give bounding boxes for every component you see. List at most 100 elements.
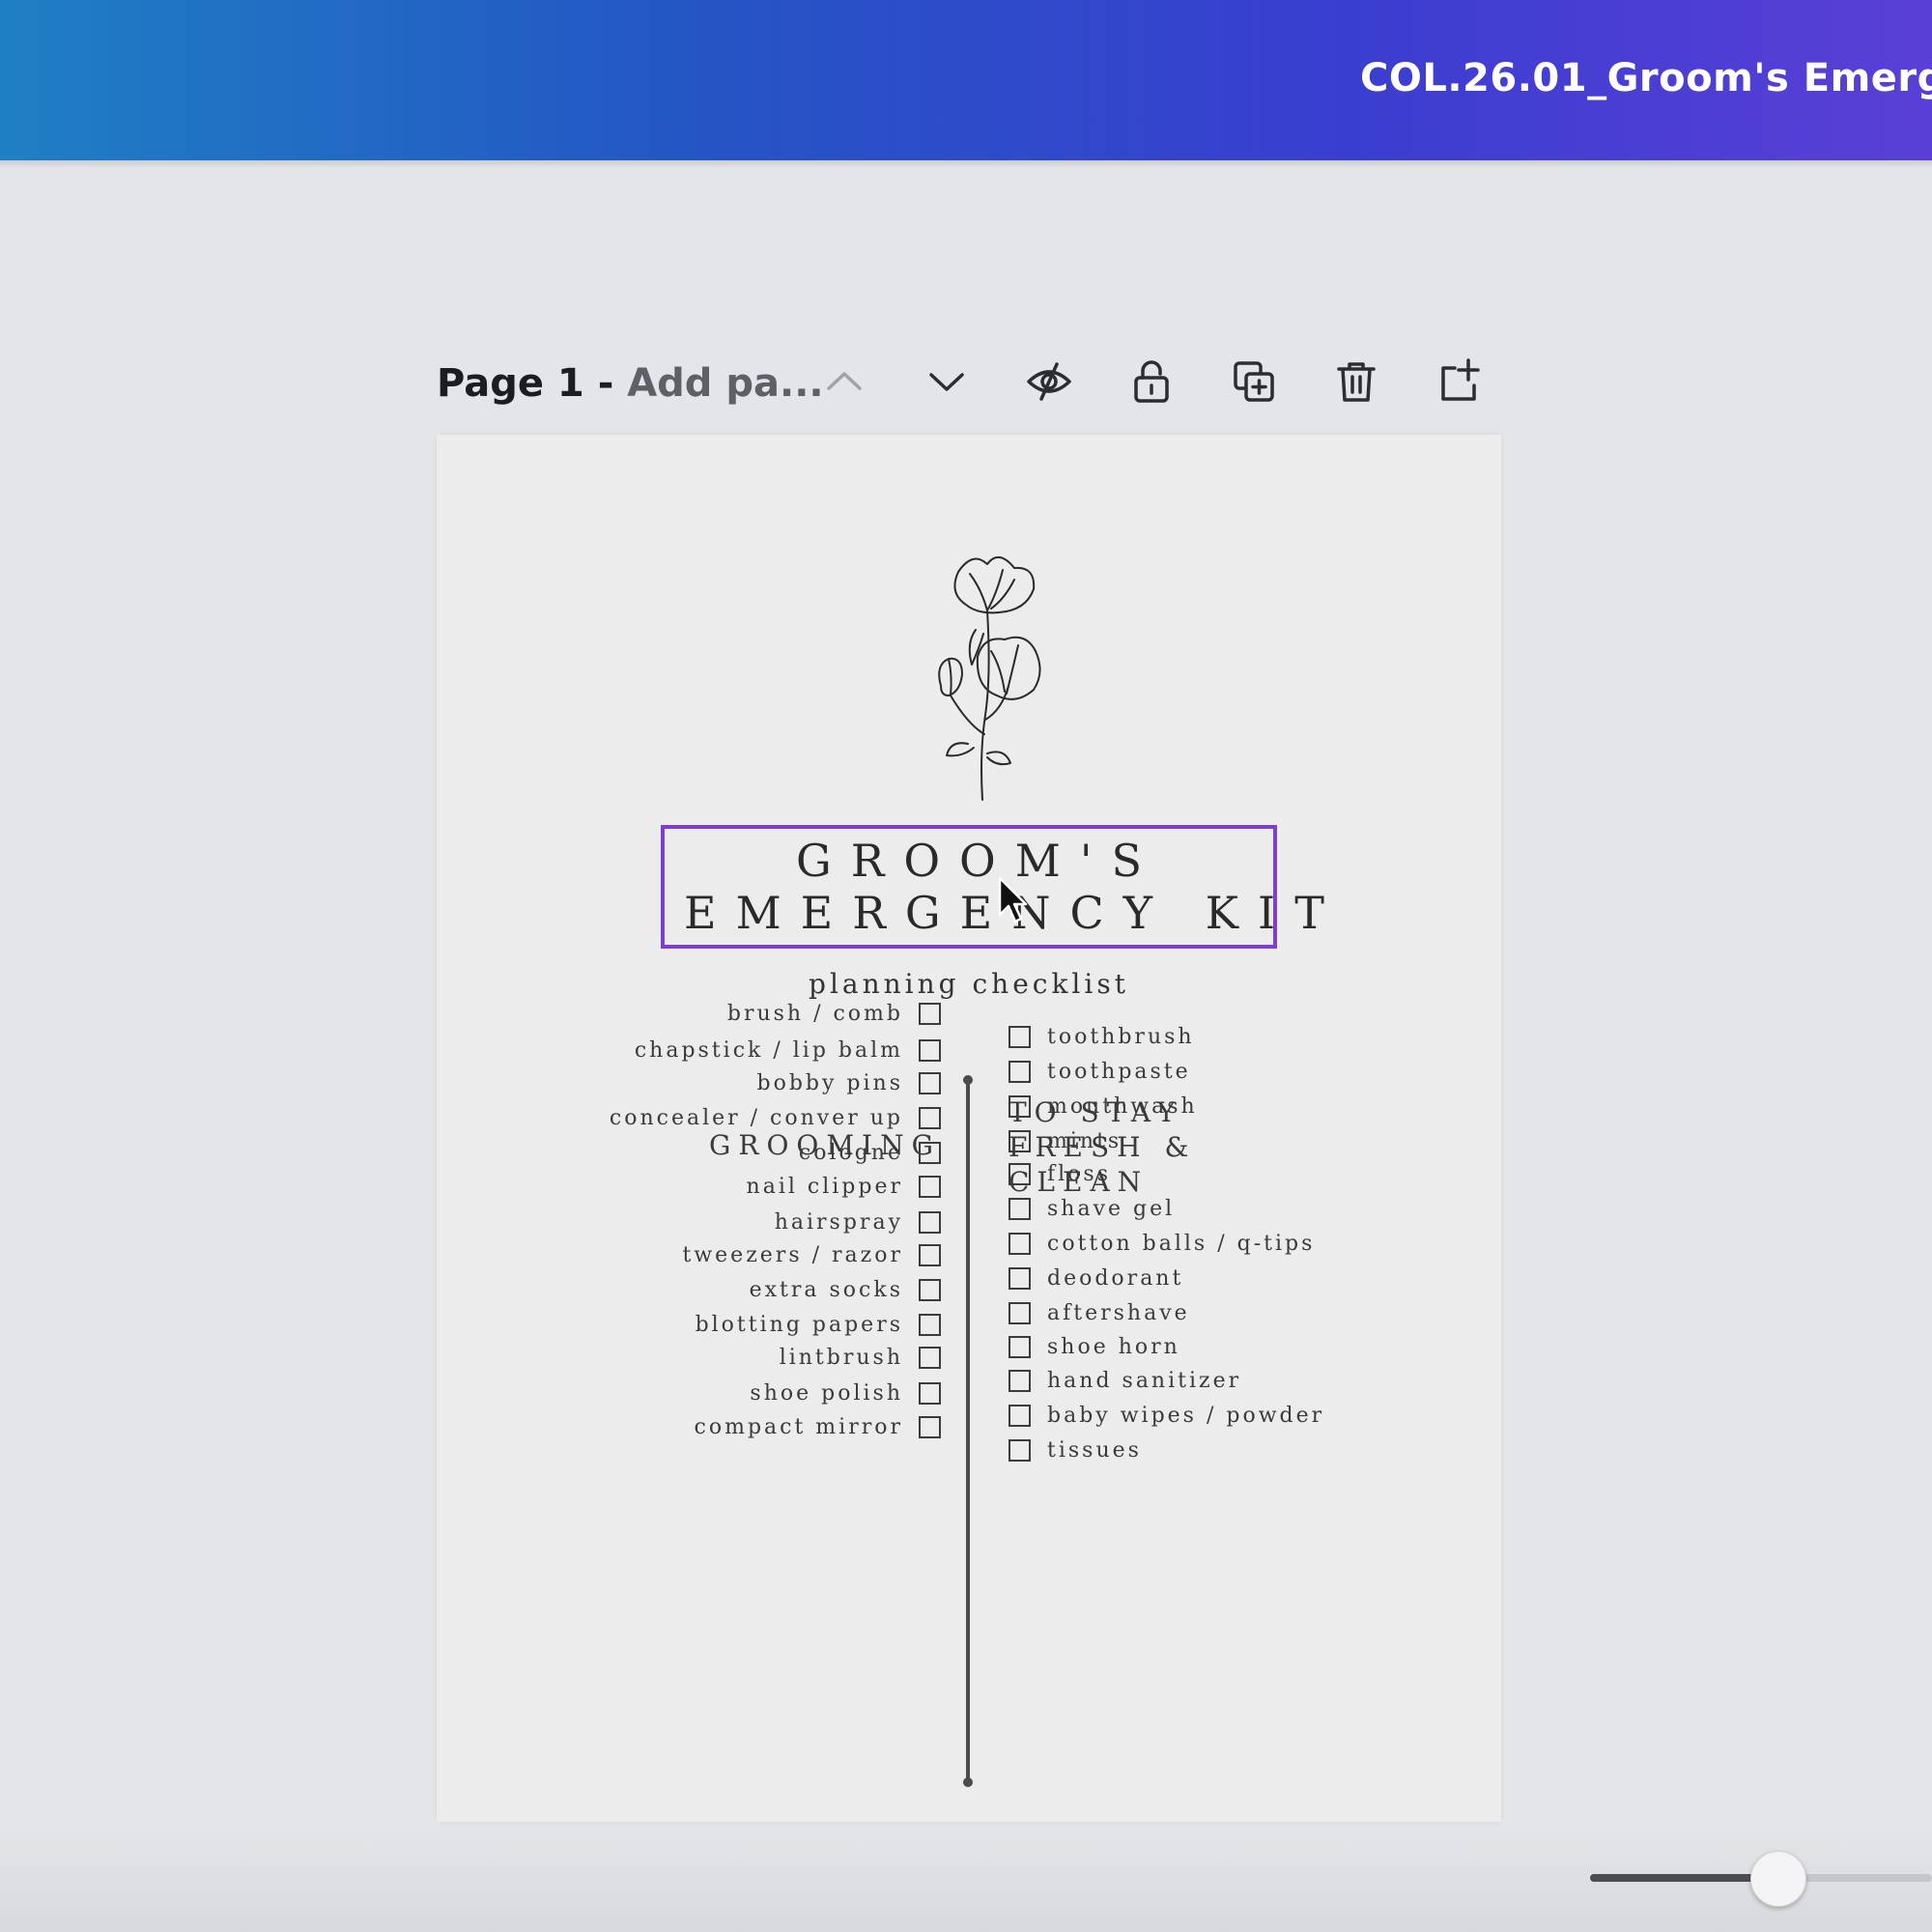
checklist-item[interactable]: nail clipper [747,1172,941,1201]
checklist-item-label: compact mirror [694,1414,903,1439]
checklist-item-label: mints [1047,1128,1122,1153]
checklist-item[interactable]: toothbrush [1009,1022,1195,1051]
checkbox-icon[interactable] [919,1313,941,1336]
checklist-item-label: blotting papers [695,1312,903,1337]
checkbox-icon[interactable] [1009,1369,1031,1392]
checklist-item-label: mouthwash [1047,1094,1198,1119]
checklist-item-label: bobby pins [756,1070,903,1095]
checklist-item-label: tissues [1047,1437,1142,1463]
hide-eye-icon [1027,362,1071,401]
checklist-item-label: hairspray [774,1209,903,1235]
lock-icon [1134,360,1169,403]
checklist-item[interactable]: brush / comb [727,999,941,1028]
checklist-item[interactable]: aftershave [1009,1298,1190,1327]
checkbox-icon[interactable] [1009,1335,1031,1358]
checklist-item[interactable]: shave gel [1009,1194,1175,1223]
checklist-item[interactable]: chapstick / lip balm [635,1036,941,1065]
checklist-item[interactable]: compact mirror [695,1412,941,1441]
checklist-item-label: hand sanitizer [1047,1368,1242,1393]
checklist-item-label: toothpaste [1047,1059,1191,1084]
chevron-down-icon [929,373,964,391]
checklist-item[interactable]: shoe polish [750,1378,941,1407]
delete-page-button[interactable] [1326,352,1386,412]
add-page-icon [1441,358,1480,401]
checklist-item[interactable]: tissues [1009,1435,1142,1464]
chevron-up-icon [827,372,862,390]
duplicate-page-icon [1234,361,1274,402]
checkbox-icon[interactable] [919,1071,941,1094]
checkbox-icon[interactable] [1009,1232,1031,1255]
checklist-item[interactable]: cologne [799,1138,941,1167]
checklist-item[interactable]: baby wipes / powder [1009,1401,1324,1430]
page-number: Page 1 [437,361,584,406]
checkbox-icon[interactable] [1009,1129,1031,1152]
checklist-item-label: shoe polish [750,1380,903,1406]
document-title[interactable]: COL.26.01_Groom's Emergenc [1360,56,1932,100]
page-separator: - [583,361,628,406]
checkbox-icon[interactable] [919,1278,941,1301]
checklist-item-label: lintbrush [779,1345,903,1370]
checkbox-icon[interactable] [919,1346,941,1369]
checkbox-icon[interactable] [919,1381,941,1405]
checklist-item-label: cotton balls / q-tips [1047,1231,1316,1256]
editor-header: COL.26.01_Groom's Emergenc [0,0,1932,160]
zoom-slider-handle[interactable] [1749,1851,1806,1907]
checkbox-icon[interactable] [1009,1404,1031,1427]
checkbox-icon[interactable] [919,1141,941,1164]
checklist-item[interactable]: mints [1009,1126,1122,1155]
checklist-item[interactable]: bobby pins [756,1068,941,1097]
lock-page-button[interactable] [1122,352,1181,412]
checklist-item[interactable]: lintbrush [780,1343,941,1372]
checkbox-icon[interactable] [919,1038,941,1062]
poppy-illustration[interactable] [891,551,1074,802]
page-title-input[interactable]: Add pa... [627,361,823,406]
checkbox-icon[interactable] [1009,1162,1031,1185]
checklist-item[interactable]: toothpaste [1009,1057,1191,1086]
checklist-item[interactable]: hairspray [775,1208,941,1236]
hide-page-button[interactable] [1019,352,1079,412]
checkbox-icon[interactable] [919,1243,941,1266]
checkbox-icon[interactable] [1009,1301,1031,1324]
checklist-item[interactable]: shoe horn [1009,1332,1180,1361]
title-selection-box[interactable]: GROOM'S EMERGENCY KIT [661,825,1324,949]
title-line-2[interactable]: EMERGENCY KIT [665,887,1324,939]
checkbox-icon[interactable] [919,1106,941,1129]
checklist-item-label: extra socks [749,1277,903,1302]
checklist-item-label: floss [1047,1161,1112,1186]
checkbox-icon[interactable] [919,1415,941,1438]
checkbox-icon[interactable] [919,1175,941,1198]
design-page[interactable]: GROOM'S EMERGENCY KIT planning checklist… [437,435,1501,1822]
checkbox-icon[interactable] [919,1002,941,1025]
duplicate-page-button[interactable] [1224,352,1284,412]
title-line-1[interactable]: GROOM'S [665,835,1273,887]
trash-icon [1337,362,1376,402]
checklist-item-label: tweezers / razor [682,1242,903,1267]
move-page-up-button[interactable] [814,352,874,412]
checklist-item[interactable]: concealer / conver up [610,1103,941,1132]
checklist-item-label: toothbrush [1047,1024,1195,1049]
checklist-item[interactable]: hand sanitizer [1009,1366,1241,1395]
checklist-item[interactable]: tweezers / razor [682,1240,941,1269]
checkbox-icon[interactable] [1009,1438,1031,1462]
checklist-item[interactable]: floss [1009,1159,1111,1188]
checkbox-icon[interactable] [1009,1025,1031,1048]
checklist-item-label: baby wipes / powder [1047,1403,1325,1428]
checkbox-icon[interactable] [1009,1060,1031,1083]
subtitle[interactable]: planning checklist [437,968,1501,1000]
column-divider [966,1079,970,1780]
checklist-item[interactable]: deodorant [1009,1264,1183,1293]
checklist-item[interactable]: extra socks [750,1275,941,1304]
checklist-item[interactable]: cotton balls / q-tips [1009,1229,1315,1258]
checkbox-icon[interactable] [1009,1197,1031,1220]
checklist-item[interactable]: blotting papers [696,1310,941,1339]
checkbox-icon[interactable] [919,1210,941,1234]
checklist-item-label: aftershave [1047,1300,1190,1325]
checklist-item-label: chapstick / lip balm [634,1037,903,1063]
checklist-item-label: deodorant [1047,1265,1184,1291]
page-label[interactable]: Page 1 - Add pa... [437,361,824,406]
checkbox-icon[interactable] [1009,1094,1031,1118]
checkbox-icon[interactable] [1009,1266,1031,1290]
add-page-button[interactable] [1429,352,1489,412]
checklist-item[interactable]: mouthwash [1009,1092,1198,1121]
move-page-down-button[interactable] [917,352,977,412]
